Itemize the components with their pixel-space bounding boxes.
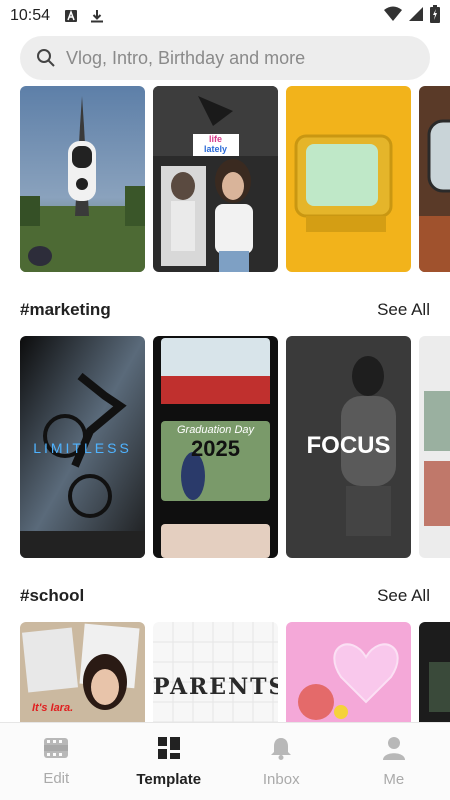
overlay-text-parents: PARENTS [153, 674, 278, 700]
template-card-parents[interactable]: PARENTS [153, 622, 278, 722]
overlay-text-life: life [208, 134, 222, 144]
font-app-icon [64, 9, 78, 23]
template-card-focus[interactable]: FOCUS [286, 336, 411, 558]
template-card-retro-tv[interactable] [286, 86, 411, 272]
bottom-navigation: Edit Template Inbox Me [0, 722, 450, 800]
status-time: 10:54 [10, 7, 51, 24]
status-bar: 10:54 [0, 0, 450, 32]
see-all-link[interactable]: See All [377, 586, 430, 606]
nav-label: Edit [43, 769, 70, 787]
user-icon [382, 736, 406, 765]
top-template-row: life lately [0, 86, 450, 272]
nav-label: Me [383, 770, 405, 788]
template-card-eiffel[interactable] [20, 86, 145, 272]
section-header-marketing: #marketing See All [20, 298, 430, 322]
nav-item-me[interactable]: Me [338, 723, 450, 800]
wifi-icon [384, 6, 402, 27]
nav-label: Template [136, 770, 202, 788]
marketing-template-row: LIMITLESS Graduation Day 2025 FOCUS [0, 336, 450, 558]
nav-item-edit[interactable]: Edit [0, 723, 113, 800]
nav-item-template[interactable]: Template [113, 723, 226, 800]
battery-icon [430, 4, 440, 28]
template-card-its-lara[interactable]: It's Iara. [20, 622, 145, 722]
see-all-link[interactable]: See All [377, 300, 430, 320]
overlay-text-focus: FOCUS [306, 432, 391, 459]
template-card-collage[interactable] [419, 336, 450, 558]
section-title: #school [20, 586, 85, 605]
bell-icon [270, 736, 292, 765]
section-header-school: #school See All [20, 584, 430, 608]
template-card-heart[interactable] [286, 622, 411, 722]
template-card-graduation[interactable]: Graduation Day 2025 [153, 336, 278, 558]
section-title: #marketing [20, 300, 111, 319]
overlay-text-its-lara: It's Iara. [32, 702, 74, 714]
search-icon [36, 48, 56, 68]
template-card-dark[interactable] [419, 622, 450, 722]
search-bar[interactable]: Vlog, Intro, Birthday and more [20, 36, 430, 80]
overlay-text-limitless: LIMITLESS [33, 440, 132, 456]
overlay-text-lately: lately [203, 144, 227, 154]
nav-label: Inbox [262, 770, 300, 788]
signal-icon [408, 6, 424, 27]
template-card-limitless[interactable]: LIMITLESS [20, 336, 145, 558]
overlay-text-graduation-day: Graduation Day [176, 424, 255, 436]
template-card-window[interactable] [419, 86, 450, 272]
school-template-row: It's Iara. PARENTS [0, 622, 450, 722]
template-card-life-lately[interactable]: life lately [153, 86, 278, 272]
download-icon [90, 9, 104, 23]
grid-icon [157, 736, 181, 765]
nav-item-inbox[interactable]: Inbox [225, 723, 338, 800]
overlay-text-2025: 2025 [191, 436, 240, 461]
film-icon [43, 737, 69, 764]
search-placeholder: Vlog, Intro, Birthday and more [66, 47, 306, 68]
